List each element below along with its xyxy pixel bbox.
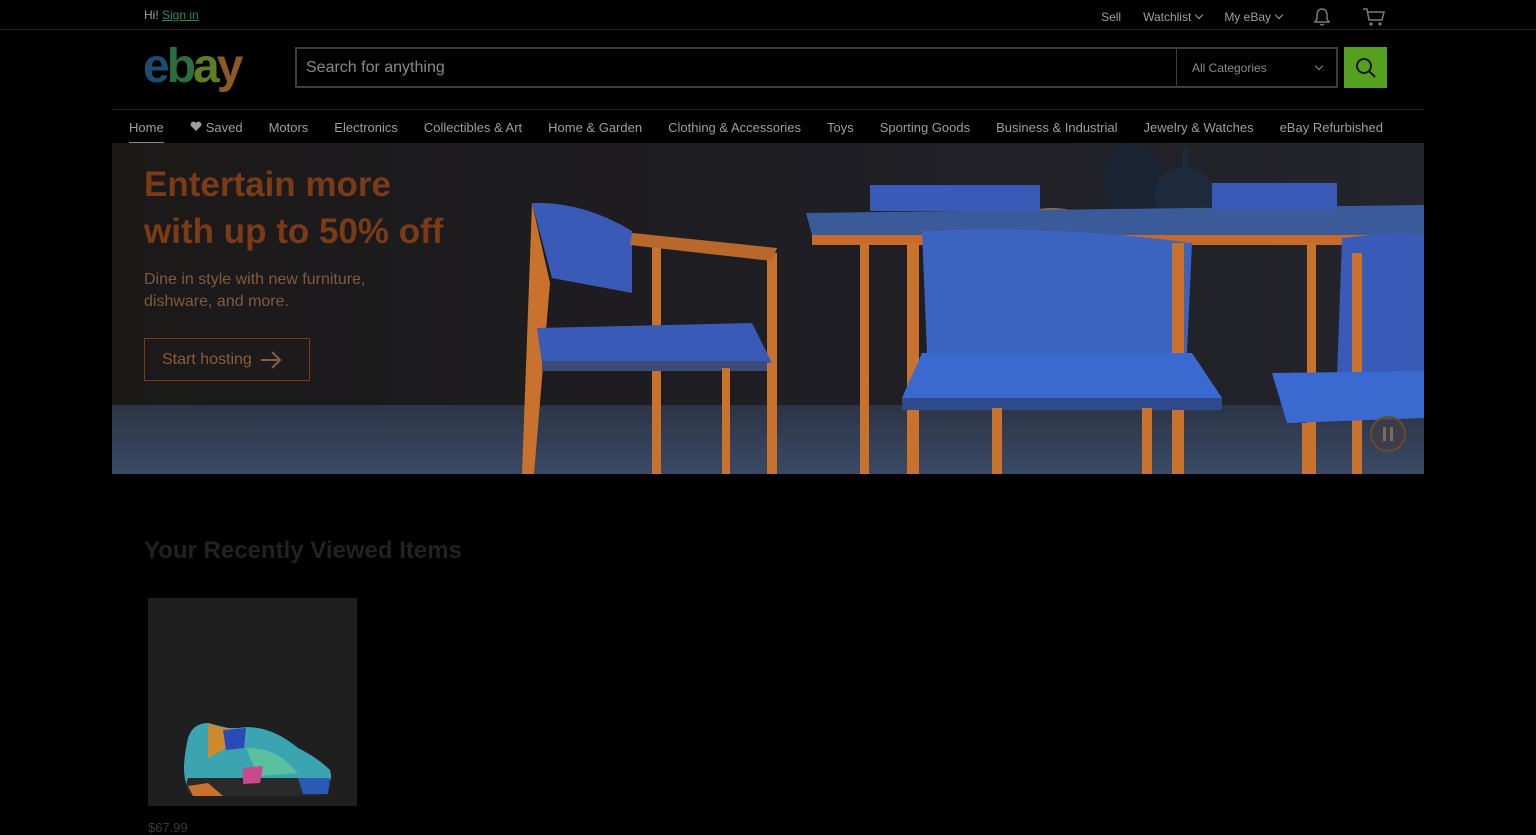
nav-electronics[interactable]: Electronics (334, 110, 398, 142)
watchlist-label: Watchlist (1143, 10, 1192, 24)
search-icon (1355, 57, 1376, 78)
nav-sporting-goods[interactable]: Sporting Goods (880, 110, 970, 142)
category-label: All Categories (1192, 60, 1267, 75)
sign-in-link[interactable]: Sign in (162, 8, 199, 22)
recently-viewed-item[interactable] (148, 598, 357, 806)
nav-collectibles[interactable]: Collectibles & Art (424, 110, 522, 142)
category-select[interactable]: All Categories (1176, 49, 1336, 86)
search-input[interactable] (297, 49, 1176, 86)
item-price: $67.99 (148, 820, 188, 835)
start-hosting-button[interactable]: Start hosting (144, 338, 310, 381)
nav-toys[interactable]: Toys (827, 110, 854, 142)
carousel-pause-button[interactable] (1370, 416, 1406, 452)
hero-text: Entertain more with up to 50% off Dine i… (144, 161, 443, 381)
ebay-logo[interactable]: ebay (143, 40, 243, 94)
nav-jewelry[interactable]: Jewelry & Watches (1144, 110, 1254, 142)
greeting-text: Hi! (144, 8, 159, 22)
sell-link[interactable]: Sell (1101, 10, 1121, 24)
pause-icon (1383, 427, 1393, 441)
cart-button[interactable] (1362, 7, 1386, 27)
bell-icon (1313, 8, 1331, 26)
nav-refurbished[interactable]: eBay Refurbished (1280, 110, 1383, 142)
nav-motors[interactable]: Motors (269, 110, 309, 142)
watchlist-menu[interactable]: Watchlist (1143, 10, 1204, 24)
category-nav: Home Saved Motors Electronics Collectibl… (112, 109, 1424, 144)
nav-home[interactable]: Home (129, 110, 164, 144)
greeting: Hi! Sign in (144, 8, 199, 22)
my-ebay-label: My eBay (1224, 10, 1271, 24)
sell-label: Sell (1101, 10, 1122, 24)
recently-viewed-title: Your Recently Viewed Items (144, 537, 462, 564)
search-button[interactable] (1344, 47, 1387, 88)
arrow-right-icon (260, 350, 282, 369)
start-hosting-label: Start hosting (162, 350, 252, 368)
sneaker-image (184, 723, 332, 796)
hero-subtitle: Dine in style with new furniture, dishwa… (144, 271, 366, 310)
notifications-button[interactable] (1312, 7, 1332, 27)
nav-saved[interactable]: Saved (190, 110, 243, 142)
top-bar: Hi! Sign in Sell Watchlist My eBay (0, 0, 1536, 30)
header: ebay All Categories (0, 30, 1536, 108)
chevron-down-icon (1274, 10, 1284, 20)
nav-clothing[interactable]: Clothing & Accessories (668, 110, 801, 142)
search-bar: All Categories (295, 47, 1338, 88)
chevron-down-icon (1314, 61, 1324, 70)
heart-icon (190, 121, 202, 131)
top-bar-links: Sell Watchlist My eBay (1079, 7, 1386, 27)
hero-title: Entertain more with up to 50% off (144, 165, 444, 251)
chevron-down-icon (1195, 10, 1204, 20)
nav-business[interactable]: Business & Industrial (996, 110, 1117, 142)
my-ebay-menu[interactable]: My eBay (1224, 10, 1284, 24)
nav-home-garden[interactable]: Home & Garden (548, 110, 642, 142)
hero-banner[interactable]: Entertain more with up to 50% off Dine i… (112, 143, 1424, 474)
cart-icon (1363, 8, 1385, 26)
